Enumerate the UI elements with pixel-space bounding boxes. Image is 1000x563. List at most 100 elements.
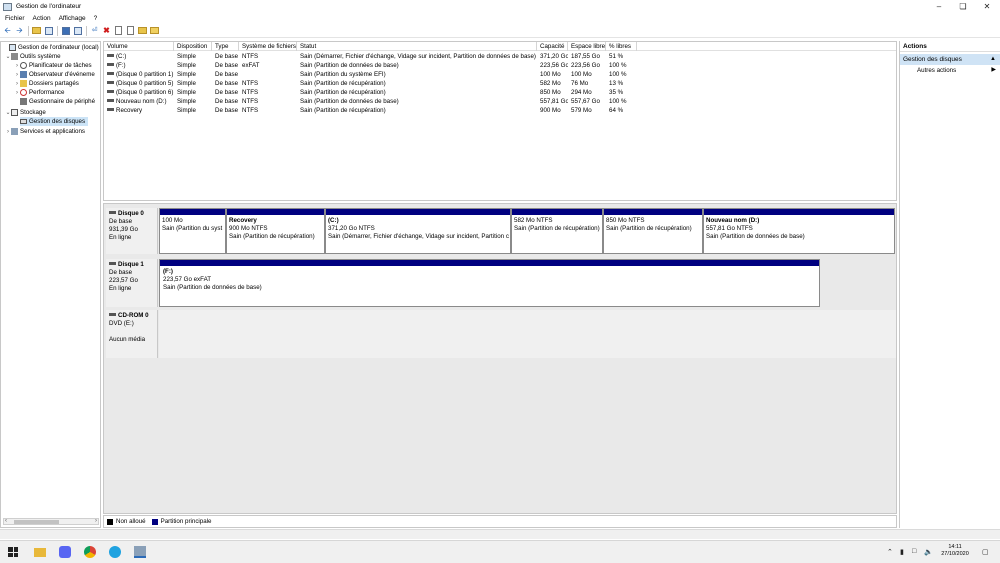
table-row[interactable]: Nouveau nom (D:) Simple De base NTFS Sain (P… bbox=[104, 97, 896, 106]
collapse-icon[interactable]: ▲ bbox=[990, 54, 996, 65]
cell-disposition: Simple bbox=[177, 71, 196, 78]
services-icon bbox=[11, 128, 18, 135]
col-capacity[interactable]: Capacité bbox=[537, 42, 568, 51]
col-status[interactable]: Statut bbox=[297, 42, 537, 51]
cell-filesystem: NTFS bbox=[242, 107, 259, 114]
actions-section-disk-management[interactable]: Gestion des disques ▲ bbox=[900, 54, 1000, 65]
col-type[interactable]: Type bbox=[212, 42, 239, 51]
cell-volume: (F:) bbox=[104, 61, 174, 70]
cdrom-0-label[interactable]: CD-ROM 0 DVD (E:) Aucun média bbox=[106, 310, 158, 358]
scrollbar-thumb[interactable] bbox=[14, 520, 59, 524]
file-explorer-icon[interactable] bbox=[34, 548, 46, 557]
partition-disk0-6[interactable]: 850 Mo NTFS Sain (Partition de récupérati… bbox=[603, 208, 703, 254]
cell-capacity: 100 Mo bbox=[540, 71, 561, 78]
partition-c[interactable]: (C:) 371,20 Go NTFS Sain (Démarrer, Fichie… bbox=[325, 208, 511, 254]
cdrom-icon bbox=[109, 313, 116, 317]
volume-icon[interactable]: 🔈 bbox=[924, 548, 933, 556]
cell-percent-free: 100 % bbox=[609, 71, 627, 78]
document-icon[interactable] bbox=[126, 26, 135, 35]
col-filesystem[interactable]: Système de fichiers bbox=[239, 42, 297, 51]
col-free-space[interactable]: Espace libre bbox=[568, 42, 606, 51]
battery-icon[interactable]: ▮ bbox=[900, 548, 904, 556]
partition-d[interactable]: Nouveau nom (D:) 557,81 Go NTFS Sain (Part… bbox=[703, 208, 895, 254]
table-row[interactable]: (F:) Simple De base exFAT Sain (Partition de… bbox=[104, 61, 896, 70]
network-icon[interactable]: □ bbox=[912, 548, 916, 555]
menu-affichage[interactable]: Affichage bbox=[59, 15, 86, 22]
up-folder-icon[interactable] bbox=[32, 26, 41, 35]
tree-item-system-tools[interactable]: ⌄ Outils système bbox=[5, 52, 61, 61]
discord-icon[interactable] bbox=[59, 546, 71, 558]
partition-disk0-5[interactable]: 582 Mo NTFS Sain (Partition de récupérati… bbox=[511, 208, 603, 254]
menu-help[interactable]: ? bbox=[94, 15, 98, 22]
cell-percent-free: 100 % bbox=[609, 62, 627, 69]
device-manager-icon bbox=[20, 98, 27, 105]
disk-1-label[interactable]: Disque 1 De base 223,57 Go En ligne bbox=[106, 259, 158, 307]
open-folder-icon[interactable] bbox=[138, 26, 147, 35]
cell-filesystem: NTFS bbox=[242, 89, 259, 96]
toolbar-separator bbox=[86, 25, 87, 36]
cell-status: Sain (Partition de données de base) bbox=[300, 62, 399, 69]
close-button[interactable]: ✕ bbox=[974, 0, 1000, 13]
notifications-icon[interactable]: ▢ bbox=[982, 548, 989, 556]
cell-volume: Recovery bbox=[104, 106, 174, 115]
cell-type: De base bbox=[215, 89, 239, 96]
restore-button[interactable]: ❏ bbox=[950, 0, 976, 13]
tree-item-device-manager[interactable]: Gestionnaire de périphé bbox=[14, 97, 95, 106]
table-row[interactable]: Recovery Simple De base NTFS Sain (Partition… bbox=[104, 106, 896, 115]
forward-arrow-icon[interactable]: 🡪 bbox=[15, 26, 24, 35]
legend-primary: Partition principale bbox=[160, 518, 212, 525]
scroll-left-icon[interactable]: ‹ bbox=[5, 518, 7, 524]
cell-percent-free: 35 % bbox=[609, 89, 624, 96]
unallocated-swatch bbox=[107, 518, 113, 525]
table-row[interactable]: (C:) Simple De base NTFS Sain (Démarrer, Fic… bbox=[104, 52, 896, 61]
new-folder-icon[interactable] bbox=[150, 26, 159, 35]
edge-icon[interactable] bbox=[109, 546, 121, 558]
tray-chevron-up-icon[interactable]: ⌃ bbox=[887, 548, 893, 556]
cell-status: Sain (Partition de récupération) bbox=[300, 107, 386, 114]
tree-item-disk-management[interactable]: Gestion des disques bbox=[20, 117, 89, 126]
table-row[interactable]: (Disque 0 partition 5) Simple De base NTFS S… bbox=[104, 79, 896, 88]
partition-recovery[interactable]: Recovery 900 Mo NTFS Sain (Partition de ré… bbox=[226, 208, 325, 254]
tree-item-computer-management[interactable]: Gestion de l'ordinateur (local) bbox=[3, 43, 99, 52]
cell-type: De base bbox=[215, 53, 239, 60]
properties-icon[interactable] bbox=[73, 26, 82, 35]
cell-filesystem: NTFS bbox=[242, 53, 259, 60]
disk-0-label[interactable]: Disque 0 De base 931,39 Go En ligne bbox=[106, 208, 158, 254]
minimize-button[interactable]: – bbox=[926, 0, 952, 13]
chrome-icon[interactable] bbox=[84, 546, 96, 558]
tree-item-task-scheduler[interactable]: › Planificateur de tâches bbox=[14, 61, 92, 70]
tree-horizontal-scrollbar[interactable]: ‹ › bbox=[3, 518, 99, 525]
connect-icon[interactable]: ⏎ bbox=[90, 26, 99, 35]
partition-f[interactable]: (F:) 223,57 Go exFAT Sain (Partition de do… bbox=[159, 259, 820, 307]
partition-efi[interactable]: 100 Mo Sain (Partition du syst bbox=[159, 208, 226, 254]
table-row[interactable]: (Disque 0 partition 1) Simple De base Sain … bbox=[104, 70, 896, 79]
menu-fichier[interactable]: Fichier bbox=[5, 15, 25, 22]
actions-more[interactable]: Autres actions ▶ bbox=[900, 65, 1000, 76]
tree-item-shared-folders[interactable]: › Dossiers partagés bbox=[14, 79, 79, 88]
scroll-right-icon[interactable]: › bbox=[95, 518, 97, 524]
computer-management-taskbar-icon[interactable] bbox=[134, 546, 146, 558]
col-percent-free[interactable]: % libres bbox=[606, 42, 637, 51]
show-hide-tree-icon[interactable] bbox=[44, 26, 53, 35]
help-icon[interactable] bbox=[61, 26, 70, 35]
back-arrow-icon[interactable]: 🡨 bbox=[3, 26, 12, 35]
delete-icon[interactable]: ✖ bbox=[102, 26, 111, 35]
cell-free-space: 579 Mo bbox=[571, 107, 592, 114]
tree-item-storage[interactable]: ⌄ Stockage bbox=[5, 108, 46, 117]
tree-item-performance[interactable]: › Performance bbox=[14, 88, 64, 97]
cell-disposition: Simple bbox=[177, 107, 196, 114]
cell-type: De base bbox=[215, 80, 239, 87]
cell-free-space: 294 Mo bbox=[571, 89, 592, 96]
clock[interactable]: 14:11 27/10/2020 bbox=[940, 544, 970, 558]
menu-action[interactable]: Action bbox=[33, 15, 51, 22]
table-row[interactable]: (Disque 0 partition 6) Simple De base NTFS S… bbox=[104, 88, 896, 97]
start-button[interactable] bbox=[8, 547, 18, 557]
col-disposition[interactable]: Disposition bbox=[174, 42, 212, 51]
computer-management-icon bbox=[3, 2, 12, 11]
tree-item-services-applications[interactable]: › Services et applications bbox=[5, 127, 85, 136]
submenu-arrow-icon: ▶ bbox=[991, 67, 996, 73]
tree-item-event-viewer[interactable]: › Observateur d'événeme bbox=[14, 70, 95, 79]
check-icon[interactable] bbox=[114, 26, 123, 35]
col-volume[interactable]: Volume bbox=[104, 42, 174, 51]
volume-list: Volume Disposition Type Système de fichi… bbox=[103, 41, 897, 201]
